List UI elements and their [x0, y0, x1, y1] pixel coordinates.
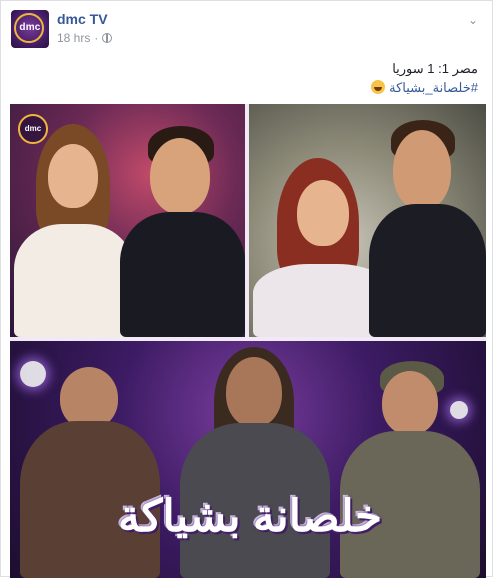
post-body: مصر 1: 1 سوريا #خلصانة_بشياكة: [38, 59, 478, 97]
image-panel-top-right: [249, 104, 486, 337]
post-card: dmc dmc TV 18 hrs · ⌄ مصر 1: 1 سوريا #خل…: [0, 0, 493, 578]
meta-dot: ·: [94, 31, 99, 45]
post-text-line1: مصر 1: 1 سوريا: [392, 61, 478, 76]
post-timestamp[interactable]: 18 hrs: [57, 31, 90, 45]
figure-warrior-center: [180, 341, 330, 578]
figure-warrior-right: [340, 351, 480, 578]
image-panel-top-left: dmc: [10, 104, 245, 337]
figure-man-right: [369, 104, 486, 337]
figure-man-left: [120, 104, 245, 337]
post-meta: 18 hrs ·: [57, 31, 113, 45]
figure-warrior-left: [20, 351, 160, 578]
post-image[interactable]: dmc خلصانة بشياكة: [10, 104, 486, 578]
chevron-down-icon[interactable]: ⌄: [466, 13, 480, 27]
post-text-line2: #خلصانة_بشياكة: [38, 78, 478, 97]
image-panel-bottom: خلصانة بشياكة: [10, 341, 486, 578]
laughing-emoji-icon: [371, 80, 386, 94]
figure-woman-right: [249, 104, 393, 337]
avatar-logo-text: dmc: [19, 22, 41, 33]
page-avatar[interactable]: dmc: [11, 10, 49, 48]
page-name-link[interactable]: dmc TV: [57, 11, 108, 27]
title-art-text: خلصانة بشياكة: [117, 492, 383, 541]
globe-icon[interactable]: [102, 33, 113, 43]
hashtag-link[interactable]: #خلصانة_بشياكة: [389, 80, 478, 95]
